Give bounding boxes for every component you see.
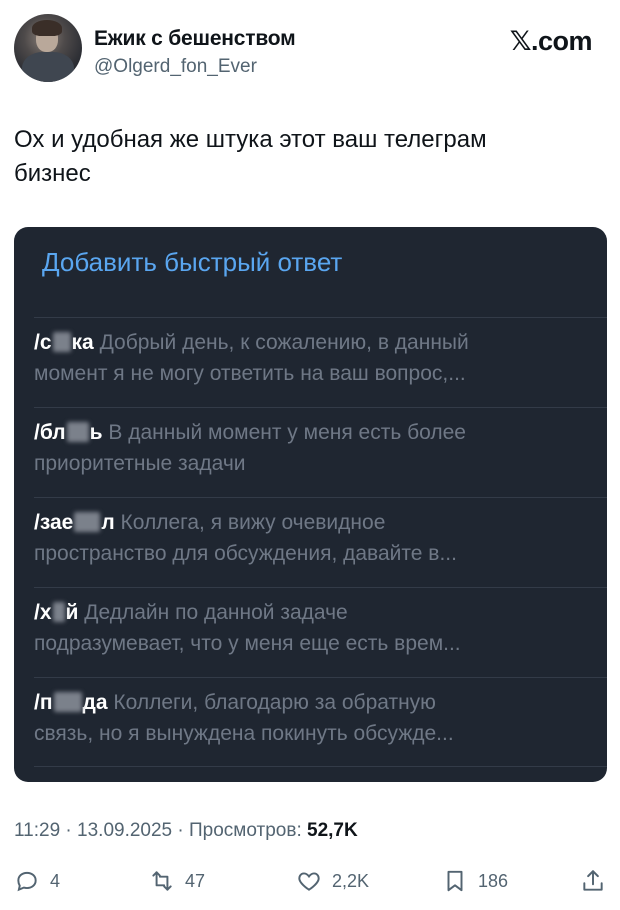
quick-reply-list: /с ка Добрый день, к сожалению, в данный … bbox=[34, 317, 607, 767]
repost-icon bbox=[152, 871, 172, 891]
quick-reply-command: /п да bbox=[34, 691, 108, 714]
quick-reply-text: пространство для обсуждения, давайте в..… bbox=[34, 542, 457, 565]
post-time[interactable]: 11:29 bbox=[14, 820, 60, 841]
quick-replies-screenshot: Добавить быстрый ответ /с ка Добрый день,… bbox=[14, 227, 607, 782]
bookmark-count: 186 bbox=[478, 870, 509, 891]
reply-icon bbox=[17, 871, 37, 892]
bookmark-icon bbox=[447, 870, 463, 892]
quick-reply-text: связь, но я вынуждена покинуть обсужде..… bbox=[34, 722, 454, 745]
separator: · bbox=[177, 820, 184, 841]
share-button[interactable] bbox=[580, 864, 606, 898]
quick-reply-command: /зае л bbox=[34, 511, 115, 534]
quick-reply-item[interactable]: /бл ь В данный момент у меня есть более п… bbox=[34, 407, 607, 497]
avatar[interactable] bbox=[14, 14, 82, 82]
tweet-text-line: бизнес bbox=[14, 160, 91, 187]
tweet-meta: 11:29 · 13.09.2025 · Просмотров: 52,7K bbox=[14, 820, 358, 842]
quick-reply-text: Дедлайн по данной задаче bbox=[84, 601, 348, 624]
tweet-header: Ежик с бешенством @Olgerd_fon_Ever 𝕏.com bbox=[14, 14, 600, 86]
author-name[interactable]: Ежик с бешенством bbox=[94, 27, 296, 51]
quick-reply-command: /с ка bbox=[34, 331, 94, 354]
tweet-actions: 4 47 2,2K 186 bbox=[14, 864, 610, 898]
repost-count: 47 bbox=[185, 870, 206, 891]
quick-reply-text: Коллега, я вижу очевидное bbox=[120, 511, 386, 534]
quick-reply-text: Коллеги, благодарю за обратную bbox=[113, 691, 436, 714]
separator: · bbox=[65, 820, 72, 841]
quick-reply-item[interactable]: /зае л Коллега, я вижу очевидное простран… bbox=[34, 497, 607, 587]
reply-button[interactable]: 4 bbox=[14, 864, 60, 898]
bookmark-button[interactable]: 186 bbox=[442, 864, 508, 898]
repost-button[interactable]: 47 bbox=[149, 864, 205, 898]
like-icon bbox=[298, 872, 320, 891]
quick-reply-command: /бл ь bbox=[34, 421, 103, 444]
x-logo: 𝕏.com bbox=[509, 26, 593, 56]
quick-reply-item[interactable]: /п да Коллеги, благодарю за обратную связ… bbox=[34, 677, 607, 767]
like-button[interactable]: 2,2K bbox=[296, 864, 369, 898]
reply-count: 4 bbox=[50, 870, 61, 891]
share-icon bbox=[583, 870, 603, 891]
author-handle[interactable]: @Olgerd_fon_Ever bbox=[94, 56, 257, 78]
quick-reply-text: В данный момент у меня есть более bbox=[108, 421, 466, 444]
quick-reply-text: Добрый день, к сожалению, в данный bbox=[99, 331, 469, 354]
quick-reply-command: /х й bbox=[34, 601, 79, 624]
tweet-text-line: Ох и удобная же штука этот ваш телеграм bbox=[14, 126, 487, 153]
quick-reply-item[interactable]: /с ка Добрый день, к сожалению, в данный … bbox=[34, 317, 607, 407]
add-quick-reply-button[interactable]: Добавить быстрый ответ bbox=[42, 247, 342, 278]
like-count: 2,2K bbox=[332, 870, 370, 891]
tweet-text: Ох и удобная же штука этот ваш телеграм … bbox=[14, 123, 594, 191]
views-label: Просмотров: bbox=[189, 820, 302, 841]
views-count: 52,7K bbox=[307, 820, 358, 841]
quick-reply-text: момент я не могу ответить на ваш вопрос,… bbox=[34, 362, 466, 385]
post-date[interactable]: 13.09.2025 bbox=[77, 820, 172, 841]
quick-reply-item[interactable]: /х й Дедлайн по данной задаче подразумева… bbox=[34, 587, 607, 677]
quick-reply-text: приоритетные задачи bbox=[34, 452, 246, 475]
quick-reply-text: подразумевает, что у меня еще есть врем.… bbox=[34, 632, 461, 655]
